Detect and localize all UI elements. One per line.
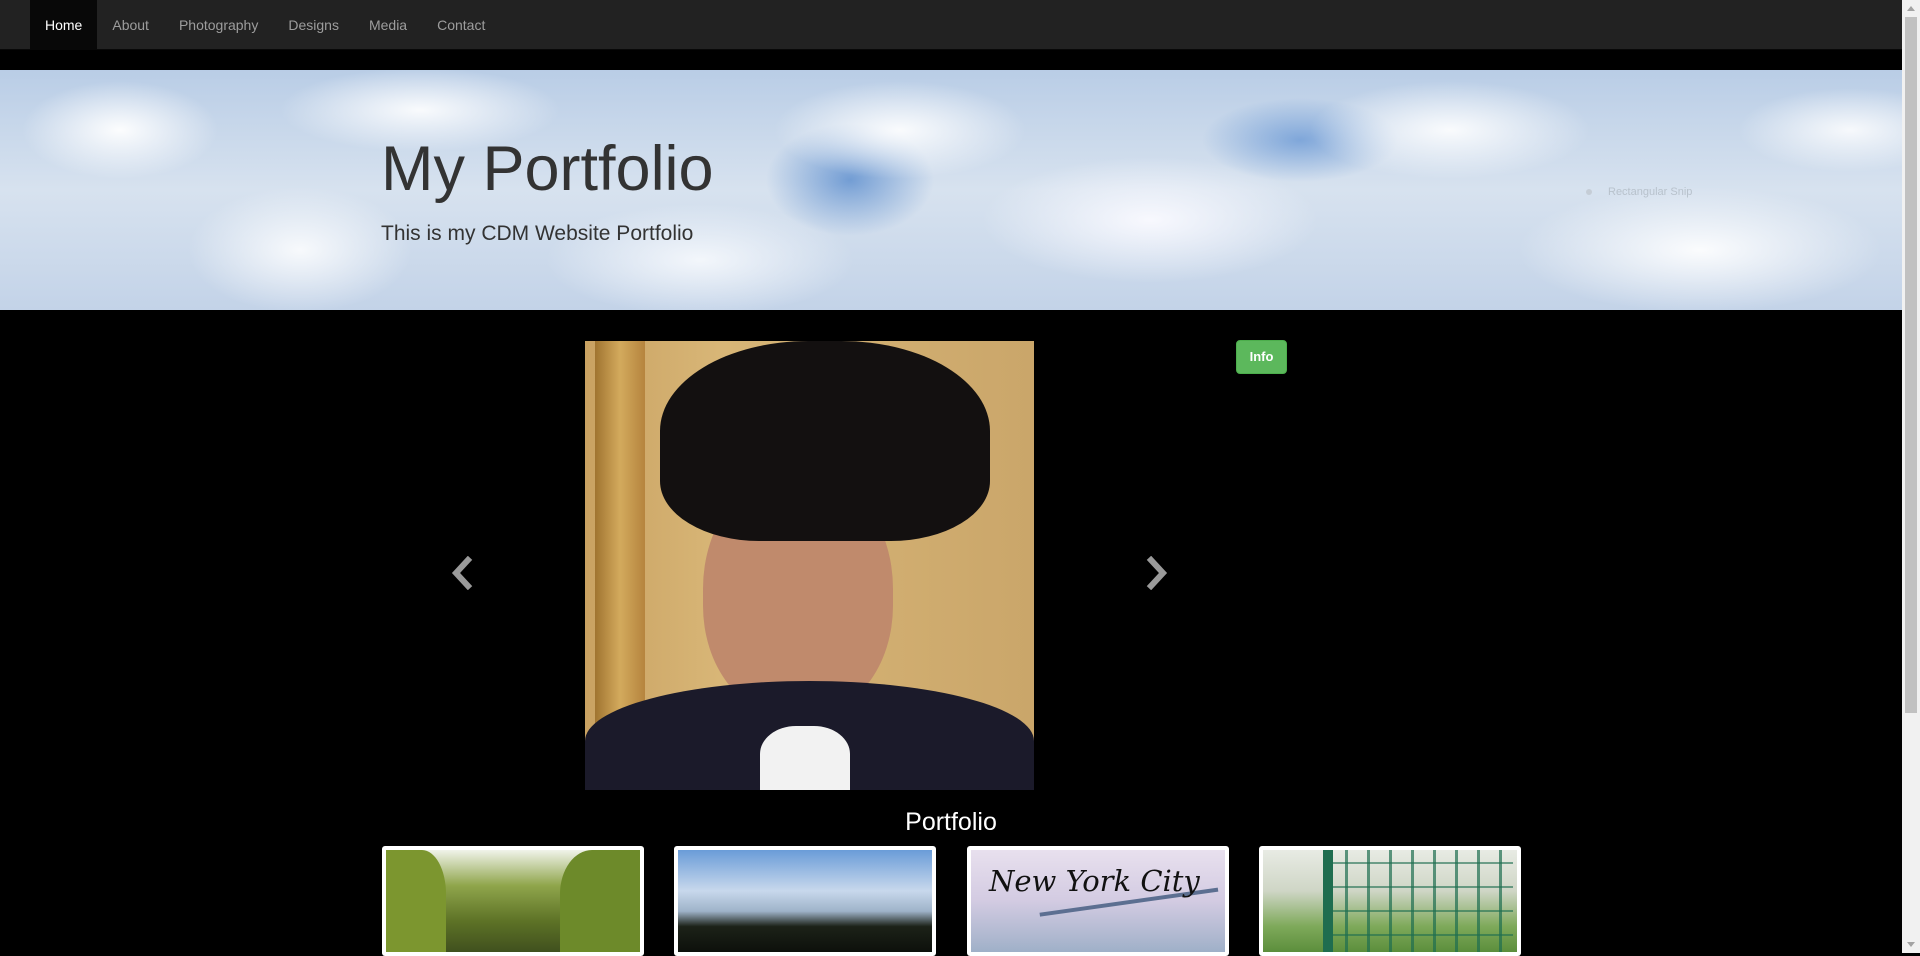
portfolio-thumbnail-3[interactable]: New York City	[967, 846, 1229, 956]
nav-menu: Home About Photography Designs Media Con…	[30, 0, 500, 50]
thumbnail-caption: New York City	[989, 864, 1200, 898]
scroll-down-arrow-icon[interactable]	[1902, 936, 1920, 953]
nav-item-about[interactable]: About	[97, 0, 164, 50]
hero-banner: My Portfolio This is my CDM Website Port…	[0, 70, 1902, 310]
snip-dot-icon	[1586, 189, 1592, 195]
info-button[interactable]: Info	[1236, 340, 1287, 374]
page-subtitle: This is my CDM Website Portfolio	[381, 222, 694, 245]
nav-item-designs[interactable]: Designs	[273, 0, 354, 50]
nav-item-photography[interactable]: Photography	[164, 0, 273, 50]
scrollbar-thumb[interactable]	[1905, 17, 1917, 713]
portfolio-heading: Portfolio	[905, 808, 997, 836]
nav-item-home[interactable]: Home	[30, 0, 98, 50]
snip-overlay-label: Rectangular Snip	[1578, 182, 1728, 202]
portfolio-thumbnail-1[interactable]	[382, 846, 644, 956]
carousel-portrait-image	[585, 341, 1034, 790]
portfolio-thumbnail-4[interactable]	[1259, 846, 1521, 956]
nav-item-media[interactable]: Media	[354, 0, 422, 50]
top-navbar: Home About Photography Designs Media Con…	[0, 0, 1902, 50]
chevron-right-icon[interactable]	[1143, 555, 1171, 591]
scroll-up-arrow-icon[interactable]	[1902, 0, 1920, 17]
vertical-scrollbar[interactable]	[1902, 0, 1920, 953]
portfolio-thumbnail-2[interactable]	[674, 846, 936, 956]
nav-item-contact[interactable]: Contact	[422, 0, 500, 50]
chevron-left-icon[interactable]	[448, 555, 476, 591]
snip-overlay-text: Rectangular Snip	[1608, 186, 1693, 198]
page-title: My Portfolio	[381, 134, 714, 204]
